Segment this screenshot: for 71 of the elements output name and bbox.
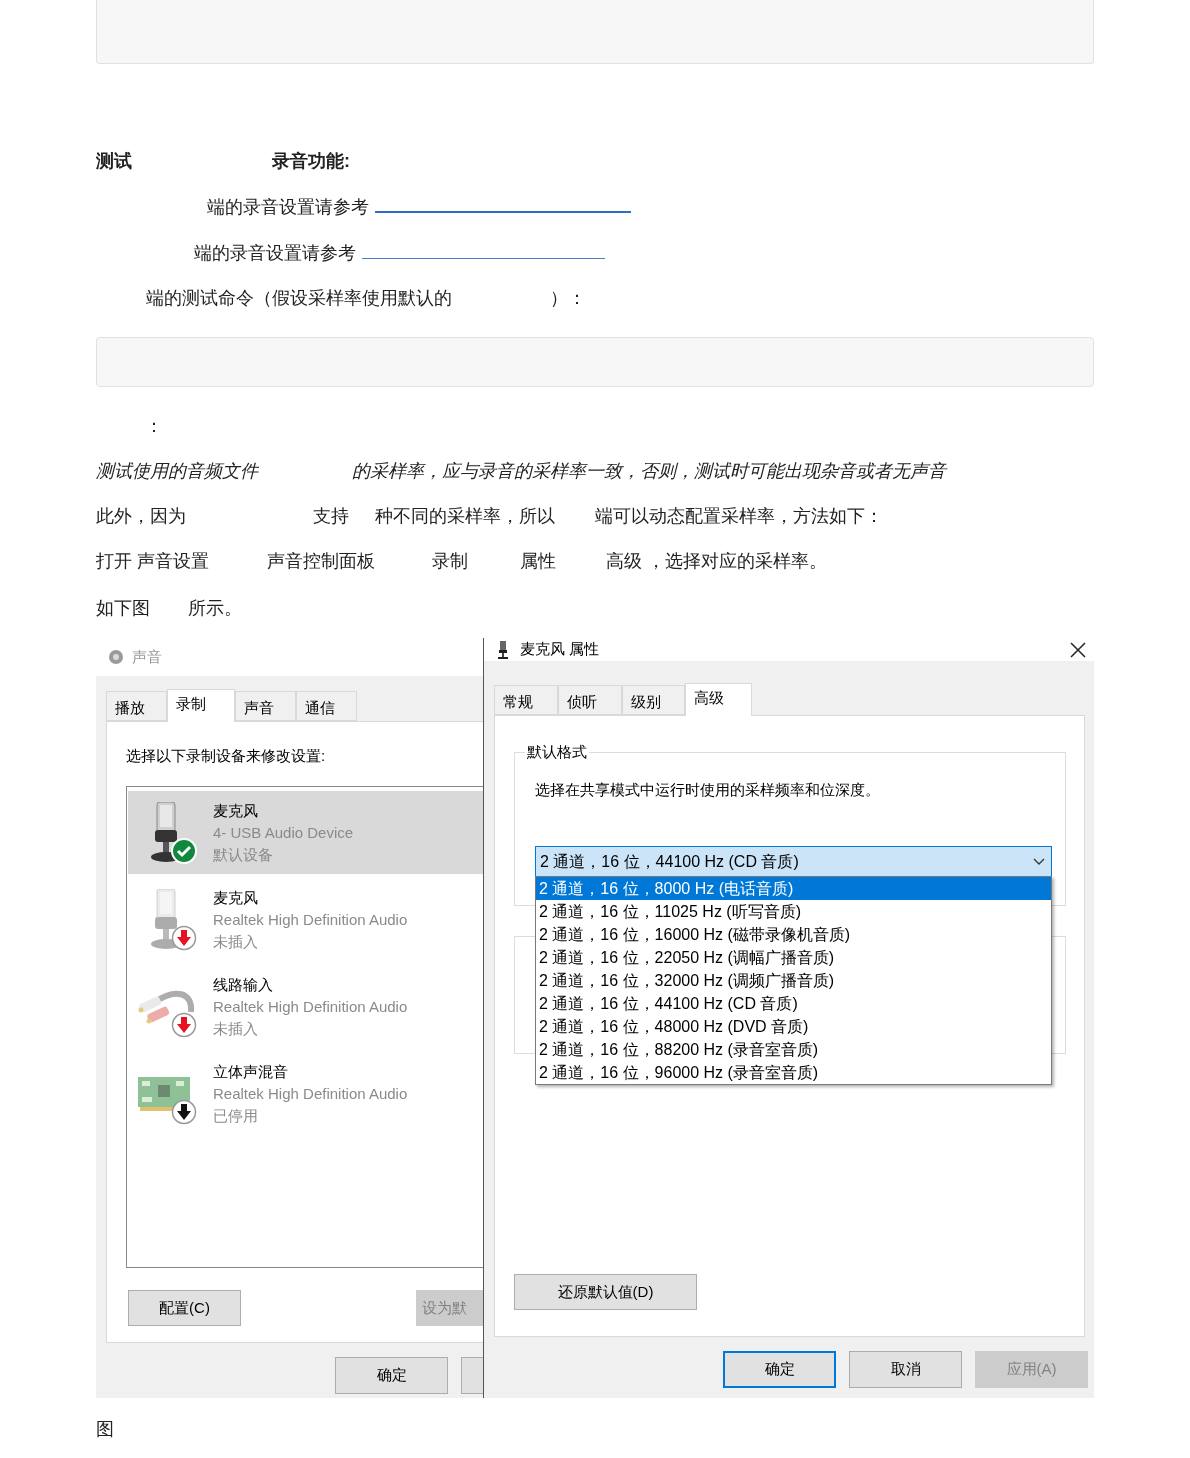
window-title: 声音: [132, 646, 162, 667]
device-driver: 4- USB Audio Device: [213, 822, 354, 843]
instruction-text: 选择以下录制设备来修改设置:: [126, 746, 327, 766]
microphone-icon: [498, 640, 508, 659]
heading-text: 录音功能:: [272, 150, 350, 171]
heading-text: 测试: [96, 150, 132, 171]
paragraph-text: 打开 声音设置: [96, 550, 209, 571]
dropdown-option[interactable]: 2 通道，16 位，16000 Hz (磁带录像机音质): [536, 923, 1051, 946]
down-arrow-badge-icon: [171, 1098, 197, 1125]
dialog-button[interactable]: 配置(C): [128, 1290, 241, 1326]
paragraph-text: 支持: [313, 505, 349, 526]
dropdown-option[interactable]: 2 通道，16 位，22050 Hz (调幅广播音质): [536, 946, 1051, 969]
paragraph-text: 此外，因为: [96, 505, 186, 526]
dropdown-option[interactable]: 2 通道，16 位，96000 Hz (录音室音质): [536, 1061, 1051, 1084]
paragraph-text: 端可以动态配置采样率，方法如下：: [595, 505, 883, 526]
dropdown-option[interactable]: 2 通道，16 位，8000 Hz (电话音质): [536, 877, 1051, 900]
paragraph-text: 测试使用的音频文件: [96, 460, 258, 481]
group-title: 默认格式: [527, 743, 587, 760]
tab[interactable]: 录制: [167, 689, 235, 722]
device-status: 已停用: [213, 1105, 259, 1126]
paragraph-text: 端的录音设置请参考: [207, 196, 369, 217]
dropdown-option[interactable]: 2 通道，16 位，11025 Hz (听写音质): [536, 900, 1051, 923]
paragraph-text: ）：: [550, 287, 586, 308]
device-item[interactable]: 麦克风 4- USB Audio Device 默认设备: [128, 791, 483, 874]
tab[interactable]: 高级: [685, 683, 752, 716]
dialog-button[interactable]: 取消: [849, 1351, 962, 1388]
paragraph-text: 端的录音设置请参考: [194, 242, 356, 263]
figure-caption: 图: [96, 1419, 114, 1439]
paragraph-text: 高级 ，选择对应的采样率。: [606, 550, 827, 571]
dialog-button[interactable]: 确定: [723, 1351, 836, 1388]
device-driver: Realtek High Definition Audio: [213, 996, 408, 1017]
dropdown-option[interactable]: 2 通道，16 位，88200 Hz (录音室音质): [536, 1038, 1051, 1061]
device-driver: Realtek High Definition Audio: [213, 1083, 408, 1104]
paragraph-text: 端的测试命令（假设采样率使用默认的: [146, 287, 452, 308]
paragraph-text: 种不同的采样率，所以: [375, 505, 555, 526]
down-arrow-badge-icon: [171, 924, 197, 951]
paragraph-text: 所示。: [188, 597, 242, 618]
speaker-icon: [108, 648, 124, 666]
format-dropdown[interactable]: 2 通道，16 位，44100 Hz (CD 音质): [535, 846, 1052, 878]
restore-defaults-button[interactable]: 还原默认值(D): [514, 1274, 697, 1310]
dropdown-option[interactable]: 2 通道，16 位，44100 Hz (CD 音质): [536, 992, 1051, 1015]
device-name: 立体声混音: [213, 1061, 289, 1082]
paragraph-text: 属性: [520, 550, 556, 571]
tab[interactable]: 声音: [235, 691, 296, 721]
fill-in-line[interactable]: [362, 257, 605, 259]
device-status: 未插入: [213, 931, 259, 952]
tab[interactable]: 播放: [106, 691, 167, 721]
description-text: 选择在共享模式中运行时使用的采样频率和位深度。: [535, 780, 881, 800]
paragraph-text: 声音控制面板: [267, 550, 375, 571]
window-title: 麦克风 属性: [520, 639, 600, 660]
device-driver: Realtek High Definition Audio: [213, 909, 408, 930]
device-name: 麦克风: [213, 887, 259, 908]
tab[interactable]: 级别: [622, 685, 685, 715]
check-badge-icon: [171, 837, 197, 864]
device-status: 未插入: [213, 1018, 259, 1039]
tab[interactable]: 侦听: [558, 685, 622, 715]
paragraph-text: 的采样率，应与录音的采样率一致，否则，测试时可能出现杂音或者无声音: [352, 460, 946, 481]
device-name: 麦克风: [213, 800, 259, 821]
down-arrow-badge-icon: [171, 1011, 197, 1038]
close-icon[interactable]: [1070, 641, 1086, 658]
paragraph-text: ：: [145, 415, 163, 436]
paragraph-text: 录制: [432, 550, 468, 571]
device-name: 线路输入: [213, 974, 274, 995]
dropdown-option[interactable]: 2 通道，16 位，48000 Hz (DVD 音质): [536, 1015, 1051, 1038]
chevron-down-icon: [1033, 858, 1045, 866]
tab[interactable]: 常规: [494, 685, 558, 715]
tab[interactable]: 通信: [296, 691, 357, 721]
dialog-button[interactable]: 确定: [335, 1357, 448, 1394]
paragraph-text: 如下图: [96, 597, 150, 618]
dropdown-option[interactable]: 2 通道，16 位，32000 Hz (调频广播音质): [536, 969, 1051, 992]
device-status: 默认设备: [213, 844, 274, 865]
